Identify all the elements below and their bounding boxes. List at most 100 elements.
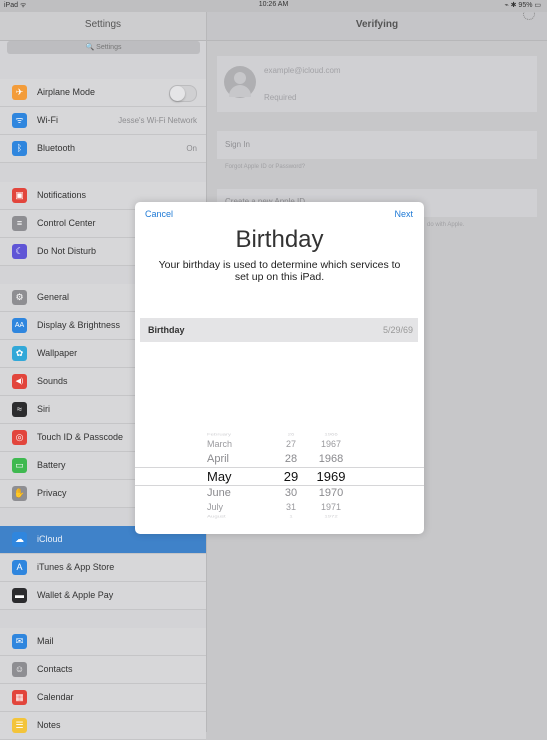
airplane-icon: ✈: [12, 85, 27, 100]
picker-month: June: [207, 487, 231, 499]
sidebar-item-label: Calendar: [37, 692, 74, 702]
avatar: [224, 66, 256, 98]
picker-day: 30: [284, 487, 298, 499]
dialog-title: Birthday: [235, 226, 324, 253]
picker-row[interactable]: June 30 1970: [135, 487, 424, 501]
sign-in-card: [217, 131, 537, 159]
picker-day: 26: [287, 433, 295, 437]
sidebar-item-label: Touch ID & Passcode: [37, 432, 124, 442]
airplane-mode-toggle[interactable]: [169, 85, 197, 102]
apple-id-field[interactable]: example@icloud.com: [264, 66, 341, 75]
apple-id-card: [217, 56, 537, 112]
sidebar-item-label: Wi-Fi: [37, 115, 58, 125]
sidebar-item-label: Privacy: [37, 488, 67, 498]
contacts-icon: ☺: [12, 662, 27, 677]
picker-row[interactable]: March 27 1967: [135, 439, 424, 453]
picker-row[interactable]: April 28 1968: [135, 453, 424, 467]
sidebar-item-label: General: [37, 292, 70, 302]
picker-year: 1970: [318, 487, 344, 499]
status-bar: iPad ᯤ 10:26 AM ⌁ ✱ 95% ▭: [0, 0, 547, 12]
sidebar-item-label: Control Center: [37, 218, 96, 228]
sounds-icon: ◀): [12, 374, 27, 389]
picker-day: 27: [285, 439, 296, 449]
sidebar-item-bluetooth[interactable]: ᛒ Bluetooth On: [0, 135, 206, 163]
moon-icon: ☾: [12, 244, 27, 259]
picker-year: 1966: [324, 433, 338, 437]
search-input[interactable]: 🔍 Settings: [7, 41, 200, 54]
sidebar-item-label: Notifications: [37, 190, 87, 200]
picker-day: 28: [284, 453, 298, 465]
birthday-label: Birthday: [148, 325, 185, 335]
picker-row-selected[interactable]: May 29 1969: [135, 469, 424, 484]
sidebar-item-label: Bluetooth: [37, 143, 76, 153]
sidebar-item-mail[interactable]: ✉ Mail: [0, 628, 206, 656]
sidebar-title: Settings: [0, 12, 206, 41]
apple-id-note: do with Apple.: [427, 222, 465, 228]
page-title: Verifying: [207, 12, 547, 41]
battery-icon: ▭: [12, 458, 27, 473]
sidebar-item-notes[interactable]: ☰ Notes: [0, 712, 206, 740]
picker-month: August: [207, 515, 226, 519]
notes-icon: ☰: [12, 718, 27, 733]
sidebar-item-label: Mail: [37, 636, 54, 646]
avatar-head-shape: [234, 72, 246, 84]
picker-month: May: [207, 469, 232, 484]
sidebar-item-airplane-mode[interactable]: ✈ Airplane Mode: [0, 79, 206, 107]
sidebar-item-calendar[interactable]: ▦ Calendar: [0, 684, 206, 712]
wifi-icon: ᯤ: [12, 113, 27, 128]
fingerprint-icon: ◎: [12, 430, 27, 445]
password-field[interactable]: Required: [264, 93, 296, 102]
display-icon: AA: [12, 318, 27, 333]
avatar-body-shape: [229, 85, 251, 97]
dialog-description: Your birthday is used to determine which…: [158, 259, 401, 283]
sidebar-item-wifi[interactable]: ᯤ Wi-Fi Jesse's Wi-Fi Network: [0, 107, 206, 135]
icloud-icon: ☁: [12, 532, 27, 547]
sidebar-item-label: Wallpaper: [37, 348, 78, 358]
picker-month: February: [207, 433, 232, 437]
picker-year: 1967: [320, 439, 342, 449]
picker-year: 1968: [318, 453, 344, 465]
sidebar-item-label: iCloud: [37, 534, 63, 544]
birthday-value: 5/29/69: [382, 325, 413, 335]
notifications-icon: ▣: [12, 188, 27, 203]
mail-icon: ✉: [12, 634, 27, 649]
hand-icon: ✋: [12, 486, 27, 501]
calendar-icon: ▦: [12, 690, 27, 705]
wallet-icon: ▬: [12, 588, 27, 603]
picker-year: 1971: [320, 502, 342, 512]
birthday-row[interactable]: Birthday 5/29/69: [140, 318, 418, 342]
picker-year: 1972: [324, 515, 338, 519]
status-time: 10:26 AM: [258, 1, 289, 8]
picker-day: 1: [289, 515, 293, 519]
sidebar-item-value: On: [186, 144, 197, 153]
date-picker[interactable]: February 26 1966 March 27 1967 April 28 …: [135, 430, 424, 522]
sidebar-item-value: Jesse's Wi-Fi Network: [118, 116, 197, 125]
cancel-button[interactable]: Cancel: [145, 209, 173, 219]
picker-day: 29: [283, 469, 299, 484]
gear-icon: ⚙: [12, 290, 27, 305]
sidebar-item-contacts[interactable]: ☺ Contacts: [0, 656, 206, 684]
birthday-dialog: Cancel Next Birthday Your birthday is us…: [135, 202, 424, 534]
sidebar-item-label: Sounds: [37, 376, 68, 386]
picker-month: July: [207, 502, 224, 512]
picker-day: 31: [285, 502, 296, 512]
next-button[interactable]: Next: [394, 209, 413, 219]
sidebar-item-itunes[interactable]: A iTunes & App Store: [0, 554, 206, 582]
sidebar-item-label: iTunes & App Store: [37, 562, 115, 572]
sidebar-item-label: Battery: [37, 460, 66, 470]
picker-row[interactable]: August 1 1972: [135, 515, 424, 523]
forgot-password-link[interactable]: Forgot Apple ID or Password?: [225, 164, 305, 170]
sidebar-item-label: Siri: [37, 404, 50, 414]
sidebar-item-label: Wallet & Apple Pay: [37, 590, 114, 600]
sidebar-item-label: Notes: [37, 720, 61, 730]
control-center-icon: ≡: [12, 216, 27, 231]
picker-row[interactable]: July 31 1971: [135, 502, 424, 516]
sidebar-item-label: Airplane Mode: [37, 87, 96, 97]
picker-month: March: [207, 439, 233, 449]
sign-in-button[interactable]: Sign In: [225, 140, 250, 149]
picker-month: April: [207, 453, 230, 465]
wallpaper-icon: ✿: [12, 346, 27, 361]
sidebar-item-label: Display & Brightness: [37, 320, 121, 330]
battery-status: ⌁ ✱ 95% ▭: [504, 2, 541, 9]
sidebar-item-wallet[interactable]: ▬ Wallet & Apple Pay: [0, 582, 206, 610]
